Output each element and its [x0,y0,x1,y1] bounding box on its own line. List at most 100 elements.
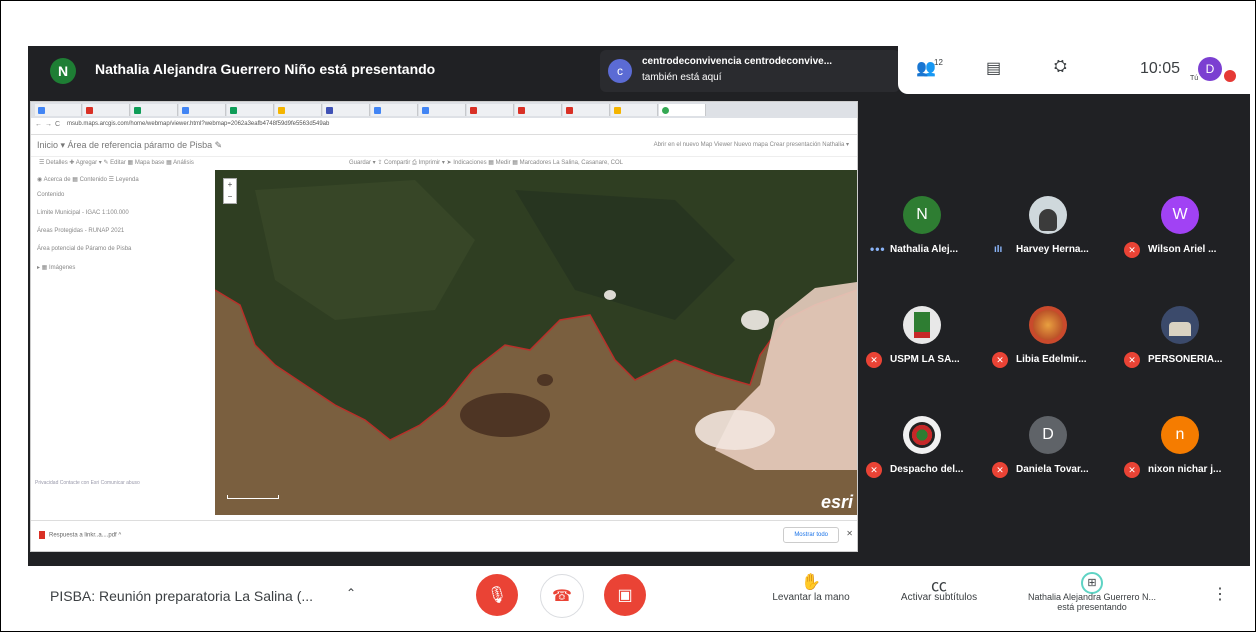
tab-favicon-icon [38,107,45,114]
participant-name: nixon nichar j... [1148,464,1222,475]
browser-tab[interactable] [467,104,514,116]
camera-off-icon: ▣ [617,587,633,604]
layer-item[interactable]: Área potencial de Páramo de Pisba [37,246,131,252]
participant-name: Despacho del... [890,464,964,475]
present-ring: ⊞ [1081,572,1103,594]
address-bar[interactable]: ← → C msub.maps.arcgis.com/home/webmap/v… [31,118,857,135]
notification-badge [1224,70,1236,82]
participant-tile[interactable]: ✕ USPM LA SA... [864,296,982,374]
participant-avatar [903,416,941,454]
mic-off-icon: ✕ [1124,352,1140,368]
participant-tile[interactable]: W ✕ Wilson Ariel ... [1122,186,1240,264]
browser-tab[interactable] [227,104,274,116]
close-icon[interactable]: ✕ [846,529,853,538]
layer-item[interactable]: ▸ ▦ Imágenes [37,264,75,271]
browser-tab[interactable] [323,104,370,116]
tab-favicon-icon [230,107,237,114]
participant-tile[interactable]: ✕ Libia Edelmir... [990,296,1108,374]
layer-item[interactable]: Límite Municipal - IGAC 1:100.000 [37,210,129,216]
browser-tab[interactable] [563,104,610,116]
also-here-name: centrodeconvivencia centrodeconvive... [642,56,833,67]
toolbar-left[interactable]: ☰ Detalles ✚ Agregar ▾ ✎ Editar ▦ Mapa b… [39,159,194,166]
browser-tab[interactable] [179,104,226,116]
sidebar-heading: Contenido [37,192,65,198]
participant-name: Harvey Herna... [1016,244,1089,255]
also-here-notice[interactable]: c centrodeconvivencia centrodeconvive...… [600,50,900,92]
tab-favicon-icon [134,107,141,114]
map-toolbar: ☰ Detalles ✚ Agregar ▾ ✎ Editar ▦ Mapa b… [31,156,857,171]
sidebar-tabs[interactable]: ◉ Acerca de ▦ Contenido ☰ Leyenda [37,176,139,183]
reload-icon[interactable]: C [55,121,60,128]
zoom-out-icon[interactable]: − [224,191,236,203]
map-title: Inicio ▾ Área de referencia páramo de Pi… [37,140,223,150]
browser-tab[interactable] [371,104,418,116]
mic-off-icon: ✕ [1124,462,1140,478]
hand-icon: ✋ [801,574,821,591]
seal-logo-icon [909,422,935,448]
tab-favicon-icon [374,107,381,114]
sidebar-footer[interactable]: Privacidad Contacte con Esri Comunicar a… [35,480,140,486]
meet-window: N Nathalia Alejandra Guerrero Niño está … [28,46,1250,566]
app-header: Inicio ▾ Área de referencia páramo de Pi… [31,134,857,157]
leave-call-button[interactable]: ☎ [540,574,584,618]
people-count: 12 [934,58,943,67]
participant-tile[interactable]: ✕ PERSONERIA... [1122,296,1240,374]
tab-favicon-icon [662,107,669,114]
participant-name: USPM LA SA... [890,354,960,365]
zoom-in-icon[interactable]: + [224,179,236,191]
download-item[interactable]: Respuesta a linkr..a....pdf ^ [39,531,121,539]
present-icon: ⊞ [1012,572,1172,594]
participant-tile[interactable]: ✕ Despacho del... [864,406,982,484]
presenting-button[interactable]: ⊞ Nathalia Alejandra Guerrero N... está … [1012,572,1172,612]
mic-toggle-button[interactable]: 🎙︎ [476,574,518,616]
chevron-up-icon[interactable]: ⌃ [346,586,356,600]
participant-avatar [1029,306,1067,344]
back-icon[interactable]: ← [35,121,42,128]
presenting-line1: Nathalia Alejandra Guerrero N... [1027,592,1157,602]
speaking-icon: ıIı [994,244,1003,255]
header-links[interactable]: Abrir en el nuevo Map Viewer Nuevo mapa … [654,141,849,148]
people-icon[interactable]: 👥 [916,58,936,78]
participant-tile[interactable]: ıIı Harvey Herna... [990,186,1108,264]
participant-tile[interactable]: n ✕ nixon nichar j... [1122,406,1240,484]
mic-off-icon: ✕ [866,352,882,368]
mic-off-icon: ✕ [992,352,1008,368]
raise-hand-button[interactable]: ✋ Levantar la mano [756,572,866,603]
satellite-map[interactable]: + − esri [215,170,857,515]
more-options-icon[interactable]: ⋮ [1212,584,1228,604]
also-here-avatar: c [608,59,632,83]
toolbar-right[interactable]: Guardar ▾ ⇪ Compartir ⎙ Imprimir ▾ ➤ Ind… [349,159,623,167]
top-bar: N Nathalia Alejandra Guerrero Niño está … [28,46,1250,96]
layer-item[interactable]: Áreas Protegidas - RUNAP 2021 [37,228,124,234]
participant-avatar: n [1161,416,1199,454]
browser-tab[interactable] [515,104,562,116]
meeting-title[interactable]: PISBA: Reunión preparatoria La Salina (.… [50,588,313,604]
presenting-line2: está presentando [1057,602,1127,612]
presenter-title: Nathalia Alejandra Guerrero Niño está pr… [95,61,436,77]
browser-tab[interactable] [35,104,82,116]
browser-tab[interactable] [131,104,178,116]
more-dots-icon: ••• [870,242,886,256]
hang-up-icon: ☎ [552,588,572,605]
activities-icon[interactable]: ⛭ [1054,58,1067,76]
participant-tile[interactable]: N ••• Nathalia Alej... [864,186,982,264]
mic-off-icon: 🎙︎ [486,587,508,604]
tab-favicon-icon [86,107,93,114]
captions-button[interactable]: ㏄ Activar subtítulos [884,572,994,603]
forward-icon[interactable]: → [45,121,52,128]
camera-toggle-button[interactable]: ▣ [604,574,646,616]
browser-tab[interactable] [419,104,466,116]
chat-icon[interactable]: ▤ [986,58,1001,78]
browser-tab-active[interactable] [659,104,706,116]
browser-tab[interactable] [611,104,658,116]
participant-name: Libia Edelmir... [1016,354,1087,365]
browser-tab[interactable] [83,104,130,116]
participant-name: Wilson Ariel ... [1148,244,1217,255]
participant-tile[interactable]: D ✕ Daniela Tovar... [990,406,1108,484]
building-photo-icon [1169,322,1191,336]
captions-label: Activar subtítulos [900,592,978,603]
show-all-button[interactable]: Mostrar todo [783,527,839,543]
zoom-control[interactable]: + − [223,178,237,204]
browser-tab[interactable] [275,104,322,116]
my-avatar[interactable]: D [1198,57,1222,81]
